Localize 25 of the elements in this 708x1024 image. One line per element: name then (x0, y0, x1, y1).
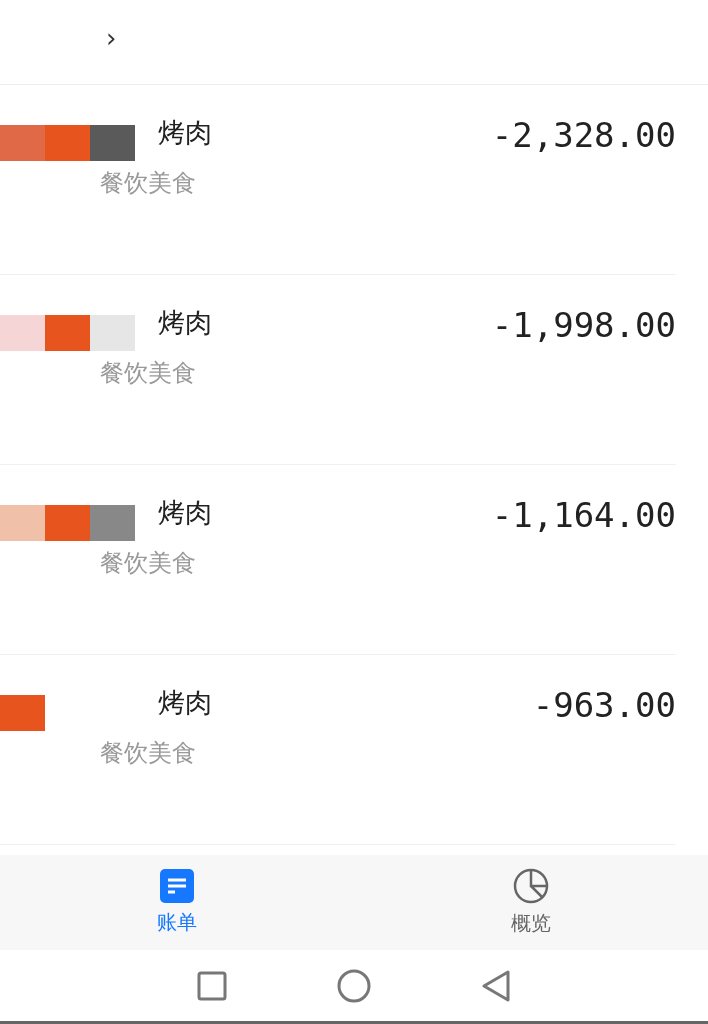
bill-icon (160, 869, 194, 903)
pie-chart-icon (513, 868, 549, 904)
recent-apps-icon[interactable] (197, 970, 227, 1001)
bill-title: 烤肉 (157, 495, 212, 530)
bill-amount: -2,328.00 (491, 114, 676, 155)
bill-row[interactable]: 烤肉 餐饮美食 -963.00 (0, 654, 676, 845)
redaction-mosaic (0, 694, 45, 731)
bill-amount: -963.00 (532, 684, 676, 725)
bill-row[interactable]: 烤肉 餐饮美食 -1,998.00 (0, 274, 676, 465)
bill-title: 烤肉 (157, 305, 212, 340)
nav-tab[interactable]: 账单 (149, 865, 205, 940)
chevron-icon[interactable]: › (106, 22, 117, 53)
bill-amount: -1,998.00 (491, 304, 676, 345)
bill-title: 烤肉 (157, 685, 212, 720)
back-icon[interactable] (481, 969, 511, 1002)
nav-tab[interactable]: 概览 (503, 864, 559, 941)
bill-row[interactable]: 烤肉 餐饮美食 -1,164.00 (0, 464, 676, 655)
bill-row[interactable]: 烤肉 餐饮美食 -2,328.00 (0, 84, 676, 275)
bill-amount: -1,164.00 (491, 494, 676, 535)
bill-title: 烤肉 (157, 115, 212, 150)
bill-category: 餐饮美食 (100, 167, 197, 199)
bill-category: 餐饮美食 (100, 547, 197, 579)
bill-category: 餐饮美食 (100, 737, 197, 769)
home-icon[interactable] (337, 968, 371, 1003)
bill-category: 餐饮美食 (100, 357, 197, 389)
